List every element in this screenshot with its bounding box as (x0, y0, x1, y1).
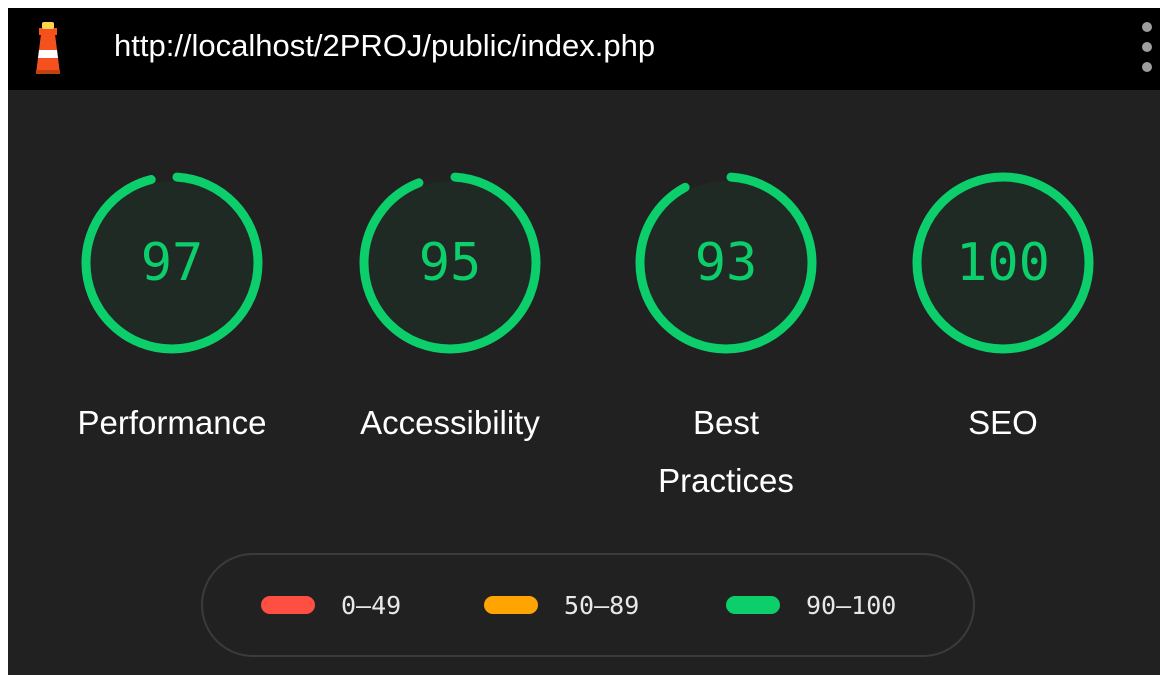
gauge-label: Accessibility (360, 404, 540, 441)
legend-item-average: 50–89 (484, 555, 639, 655)
gauge-ring: 95 (359, 172, 541, 354)
gauge-seo[interactable]: 100 SEO (888, 168, 1118, 452)
gauge-ring: 97 (81, 172, 263, 354)
gauge-ring: 93 (635, 172, 817, 354)
legend-item-fail: 0–49 (261, 555, 401, 655)
legend-range: 0–49 (341, 590, 402, 620)
legend-swatch (484, 596, 538, 614)
gauge-label: SEO (968, 404, 1038, 441)
report-topbar: http://localhost/2PROJ/public/index.php (8, 8, 1160, 90)
legend-swatch (726, 596, 780, 614)
legend-swatch (261, 596, 315, 614)
gauge-score: 97 (141, 233, 204, 293)
lighthouse-icon (36, 22, 60, 74)
score-legend: 0–49 50–89 90–100 (201, 553, 975, 657)
gauge-accessibility[interactable]: 95 Accessibility (335, 168, 565, 452)
lighthouse-report: http://localhost/2PROJ/public/index.php … (8, 8, 1160, 675)
page-url: http://localhost/2PROJ/public/index.php (114, 28, 656, 63)
gauge-score: 100 (956, 233, 1050, 293)
gauge-score: 93 (695, 233, 758, 293)
gauge-performance[interactable]: 97 Performance (57, 168, 287, 452)
gauge-score: 95 (419, 233, 482, 293)
legend-range: 50–89 (564, 590, 640, 620)
gauge-label: Performance (77, 404, 267, 441)
gauge-label: Best Practices (658, 404, 794, 499)
gauge-best-practices[interactable]: 93 Best Practices (611, 168, 841, 510)
legend-range: 90–100 (806, 590, 897, 620)
gauge-ring: 100 (912, 172, 1094, 354)
more-vertical-icon[interactable] (1136, 18, 1158, 76)
legend-item-pass: 90–100 (726, 555, 896, 655)
